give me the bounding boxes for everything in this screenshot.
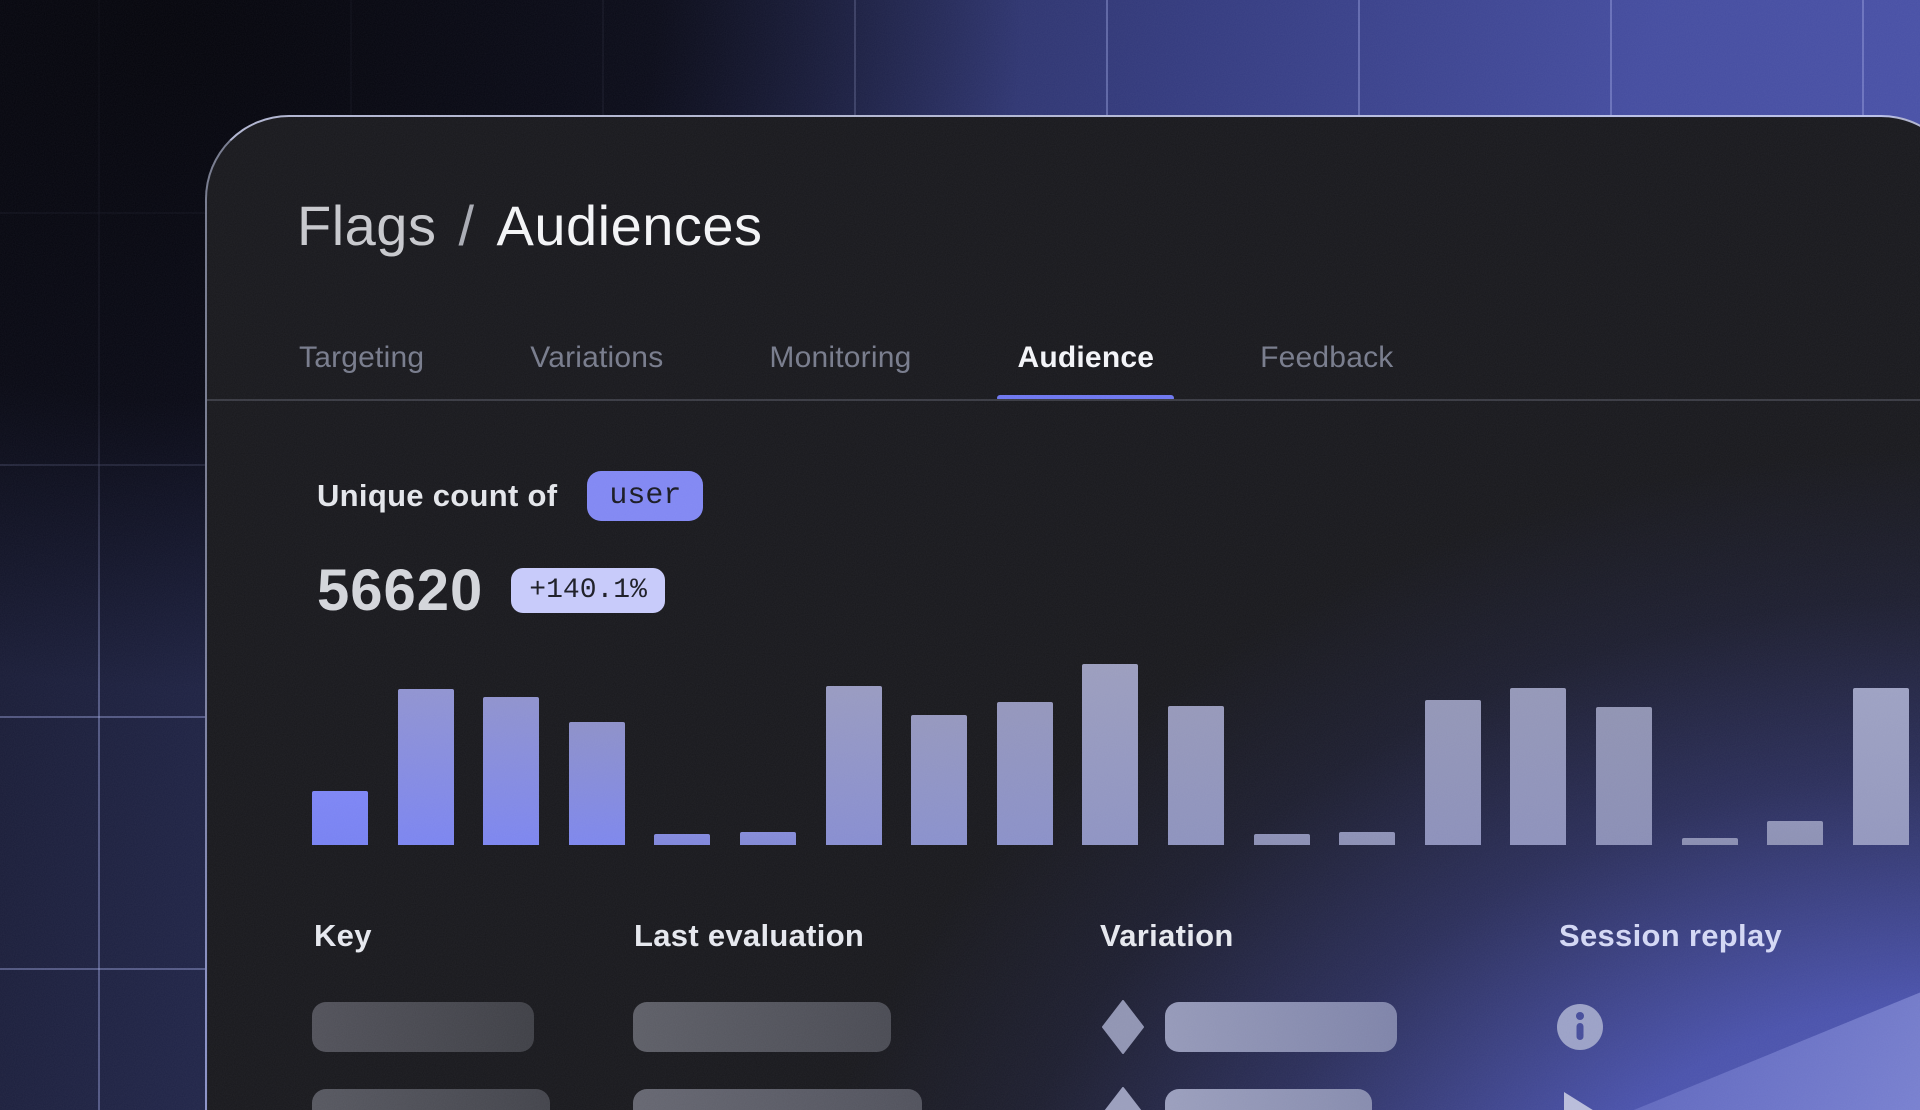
page-background: Flags / Audiences Targeting Variations M… — [0, 0, 1920, 1110]
chart-bar — [1510, 688, 1566, 845]
chart-bar — [911, 715, 967, 845]
chart-bar — [398, 689, 454, 845]
tab-audience[interactable]: Audience — [1017, 341, 1154, 375]
delta-badge: +140.1% — [511, 568, 665, 613]
skeleton-variation-cell — [1165, 1089, 1372, 1110]
chart-bar — [1853, 688, 1909, 845]
metric-value: 56620 — [317, 557, 483, 624]
flags-audiences-card: Flags / Audiences Targeting Variations M… — [205, 115, 1920, 1110]
column-header-last-evaluation: Last evaluation — [634, 918, 864, 954]
breadcrumb-item-audiences[interactable]: Audiences — [497, 193, 763, 258]
chart-bar — [740, 832, 796, 845]
column-header-session-replay: Session replay — [1559, 918, 1782, 954]
chart-bar — [1425, 700, 1481, 845]
tab-divider — [207, 399, 1920, 401]
chart-bar — [654, 834, 710, 845]
chart-bar — [569, 722, 625, 845]
chart-bar — [826, 686, 882, 845]
breadcrumb-separator: / — [458, 193, 474, 258]
chart-bar — [1254, 834, 1310, 845]
skeleton-key-cell — [312, 1002, 534, 1052]
chart-bar — [483, 697, 539, 845]
skeleton-key-cell — [312, 1089, 550, 1110]
metric-value-row: 56620 +140.1% — [317, 557, 665, 624]
metric-label: Unique count of — [317, 478, 557, 514]
table-row — [207, 1002, 1920, 1056]
chart-bar — [1767, 821, 1823, 845]
chart-bar — [1682, 838, 1738, 845]
play-icon[interactable] — [1559, 1091, 1607, 1110]
entity-badge: user — [587, 471, 703, 521]
chart-bar — [1339, 832, 1395, 845]
tab-targeting[interactable]: Targeting — [299, 341, 424, 375]
info-icon[interactable] — [1557, 1004, 1603, 1050]
breadcrumb-item-flags[interactable]: Flags — [297, 193, 436, 258]
chart-bar — [1596, 707, 1652, 845]
skeleton-last-evaluation-cell — [633, 1089, 922, 1110]
tab-variations[interactable]: Variations — [530, 341, 663, 375]
column-header-key: Key — [314, 918, 372, 954]
tab-bar: Targeting Variations Monitoring Audience… — [299, 341, 1393, 375]
chart-bar — [1082, 664, 1138, 845]
bar-chart — [312, 664, 1920, 845]
tab-monitoring[interactable]: Monitoring — [769, 341, 911, 375]
metric-header: Unique count of user — [317, 471, 703, 521]
breadcrumb: Flags / Audiences — [297, 193, 763, 258]
chart-bar — [997, 702, 1053, 845]
column-header-variation: Variation — [1100, 918, 1234, 954]
diamond-icon — [1102, 1000, 1144, 1054]
skeleton-variation-cell — [1165, 1002, 1397, 1052]
chart-bar — [312, 791, 368, 845]
diamond-icon — [1102, 1087, 1144, 1110]
tab-feedback[interactable]: Feedback — [1260, 341, 1393, 375]
skeleton-last-evaluation-cell — [633, 1002, 891, 1052]
chart-bar — [1168, 706, 1224, 845]
